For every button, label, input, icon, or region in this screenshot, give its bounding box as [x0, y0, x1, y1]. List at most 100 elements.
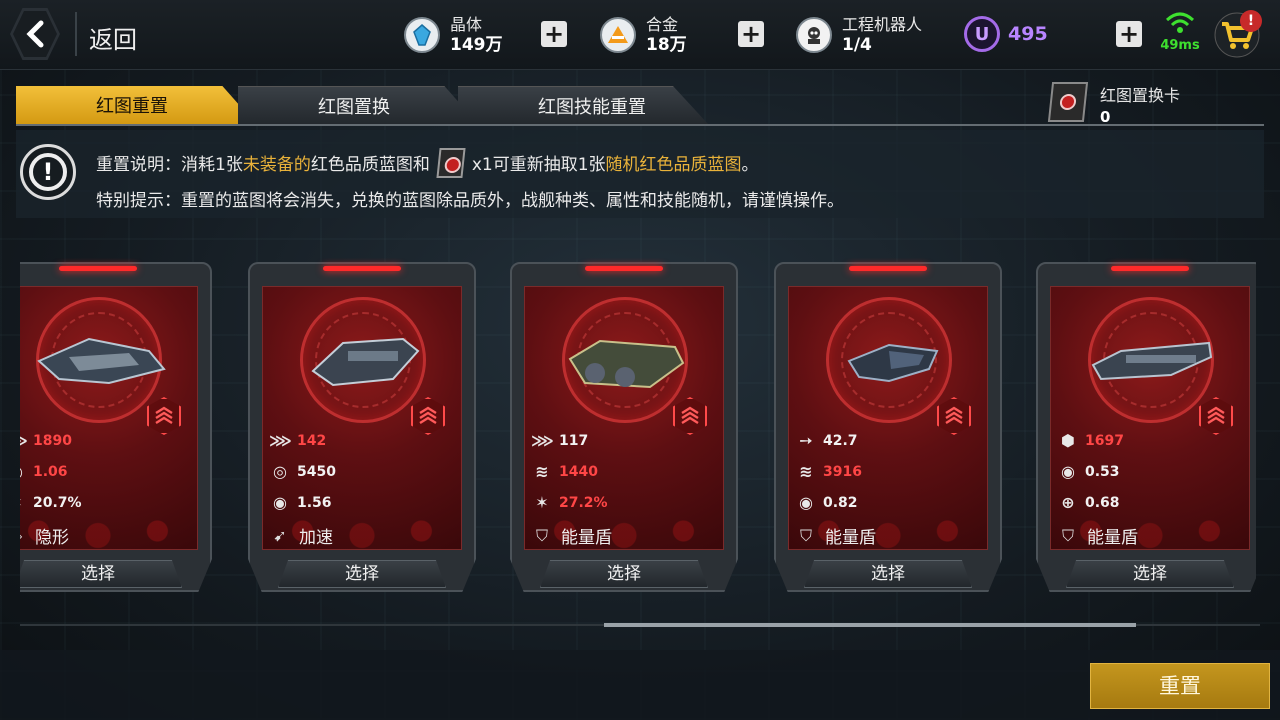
shield-icon: ⛉: [1061, 525, 1074, 545]
premium-currency: U 495: [964, 16, 1048, 52]
stat-value: 0.82: [823, 494, 858, 511]
select-button[interactable]: 选择: [804, 560, 972, 588]
back-button[interactable]: [10, 8, 60, 60]
ship-icon: [847, 343, 939, 383]
network-status: 49ms: [1156, 12, 1204, 53]
rank-chevron-icon: [411, 397, 445, 435]
tab-red-reset[interactable]: 红图重置: [16, 86, 256, 124]
ship-icon: [37, 337, 166, 385]
shield-icon: ⛉: [799, 525, 812, 545]
stat-rate: ◉ 1.06: [20, 462, 68, 481]
boost-icon: ➹: [273, 526, 287, 545]
exclamation-icon: !: [20, 144, 76, 200]
select-button[interactable]: 选择: [1066, 560, 1234, 588]
rank-chevron-icon: [1199, 397, 1233, 435]
resource-name: 合金: [646, 15, 679, 34]
blueprint-card[interactable]: ➙ 42.7 ≋ 3916 ◉ 0.82 ⛉ 能量盾 选择: [774, 262, 1002, 592]
add-alloy-button[interactable]: +: [738, 21, 764, 47]
skill-label: 隐形: [35, 528, 69, 548]
back-label[interactable]: 返回: [89, 20, 137, 55]
hp-icon: ◎: [273, 462, 287, 481]
stat-value: 1697: [1085, 432, 1124, 449]
stat-value: 20.7%: [33, 494, 82, 511]
swap-card-name: 红图置换卡: [1100, 86, 1181, 105]
stat-attack: ⋙ 142: [269, 431, 326, 450]
ship-icon: [311, 337, 420, 387]
stat-value: 27.2%: [559, 494, 608, 511]
divider: [75, 12, 77, 56]
resource-alloy: 合金 18万: [600, 10, 687, 60]
select-button[interactable]: 选择: [540, 560, 708, 588]
add-crystal-button[interactable]: +: [541, 21, 567, 47]
resource-value: 18万: [646, 35, 687, 55]
tab-red-swap[interactable]: 红图置换: [238, 86, 478, 124]
swap-card-count: 0: [1100, 108, 1111, 126]
stat-value: 1890: [33, 432, 72, 449]
reset-button[interactable]: 重置: [1090, 663, 1270, 709]
stat-crit: ✶ 27.2%: [531, 493, 608, 512]
skill: ⛉ 能量盾: [795, 523, 876, 549]
stat-hp: ◎ 5450: [269, 462, 336, 481]
resource-value: 149万: [450, 35, 503, 55]
rate-icon: ◉: [273, 493, 287, 512]
skill: ◈ 隐形: [20, 523, 69, 548]
blueprint-card[interactable]: ⋙ 117 ≋ 1440 ✶ 27.2% ⛉ 能量盾 选择: [510, 262, 738, 592]
premium-currency-icon: U: [964, 16, 1000, 52]
resource-crystal: 晶体 149万: [404, 10, 503, 60]
add-premium-button[interactable]: +: [1116, 21, 1142, 47]
shield-icon: ⛉: [535, 525, 548, 545]
rank-chevron-icon: [937, 397, 971, 435]
skill: ⛉ 能量盾: [531, 523, 612, 549]
special-notice: 特别提示：重置的蓝图将会消失，兑换的蓝图除品质外，战舰种类、属性和技能随机，请谨…: [96, 191, 844, 211]
stat-damage: ⬢ 1697: [1057, 431, 1124, 450]
skill-label: 能量盾: [825, 528, 876, 548]
attack-icon: ⋙: [531, 431, 554, 450]
attack-icon: ⋙: [269, 431, 292, 450]
stat-rate: ◉ 0.82: [795, 493, 858, 512]
stat-attack: ⋙ 1890: [20, 431, 72, 450]
stealth-icon: ◈: [20, 526, 27, 545]
tab-red-skill-reset[interactable]: 红图技能重置: [458, 86, 708, 124]
rate-icon: ◉: [799, 493, 813, 512]
stat-armor: ≋ 3916: [795, 462, 862, 481]
ship-icon: [1091, 341, 1213, 381]
ping-value: 49ms: [1160, 38, 1200, 53]
stat-armor: ≋ 1440: [531, 462, 598, 481]
info-panel: ! 重置说明：消耗1张未装备的红色品质蓝图和 x1可重新抽取1张随机红色品质蓝图。…: [16, 130, 1264, 218]
armor-icon: ≋: [799, 462, 813, 481]
skill: ⛉ 能量盾: [1057, 523, 1138, 549]
crit-icon: ✶: [535, 493, 549, 512]
blueprint-list[interactable]: ⋙ 1890 ◉ 1.06 ✶ 20.7% ◈ 隐形 选择 ⋙ 142 ◎ 5450 ◉ 1.…: [20, 258, 1256, 598]
ship-icon: [568, 339, 685, 389]
damage-icon: ⬢: [1061, 431, 1075, 450]
select-button[interactable]: 选择: [278, 560, 446, 588]
stat-rate: ◉ 0.53: [1057, 462, 1120, 481]
scrollbar-thumb[interactable]: [604, 623, 1136, 627]
resource-robot: 工程机器人 1/4: [796, 10, 922, 60]
stat-attack: ⋙ 117: [531, 431, 588, 450]
blueprint-card[interactable]: ⋙ 142 ◎ 5450 ◉ 1.56 ➹ 加速 选择: [248, 262, 476, 592]
robot-icon: [796, 17, 832, 53]
stat-value: 3916: [823, 463, 862, 480]
crit-icon: ✶: [20, 493, 27, 512]
blueprint-card[interactable]: ⬢ 1697 ◉ 0.53 ⊕ 0.68 ⛉ 能量盾 选择: [1036, 262, 1256, 592]
bottom-bar: [0, 650, 1280, 720]
skill: ➹ 加速: [269, 523, 333, 548]
stat-accuracy: ⊕ 0.68: [1057, 493, 1119, 512]
stat-rate: ◉ 1.56: [269, 493, 332, 512]
select-button[interactable]: 选择: [20, 560, 182, 588]
notification-badge: !: [1240, 10, 1262, 32]
attack-icon: ⋙: [20, 431, 28, 450]
rate-icon: ◉: [20, 462, 27, 481]
stat-speed: ➙ 42.7: [795, 431, 858, 450]
stat-value: 142: [297, 432, 327, 449]
blueprint-card[interactable]: ⋙ 1890 ◉ 1.06 ✶ 20.7% ◈ 隐形 选择: [20, 262, 212, 592]
speed-icon: ➙: [799, 431, 813, 450]
resource-name: 工程机器人: [842, 15, 923, 34]
stat-value: 5450: [297, 463, 336, 480]
shop-button[interactable]: !: [1214, 10, 1262, 58]
stat-value: 42.7: [823, 432, 858, 449]
top-bar: 返回 晶体 149万 + 合金 18万 + 工程机器人 1/4 U 495 + …: [0, 0, 1280, 70]
chevron-left-icon: [26, 20, 44, 48]
stat-value: 0.53: [1085, 463, 1120, 480]
